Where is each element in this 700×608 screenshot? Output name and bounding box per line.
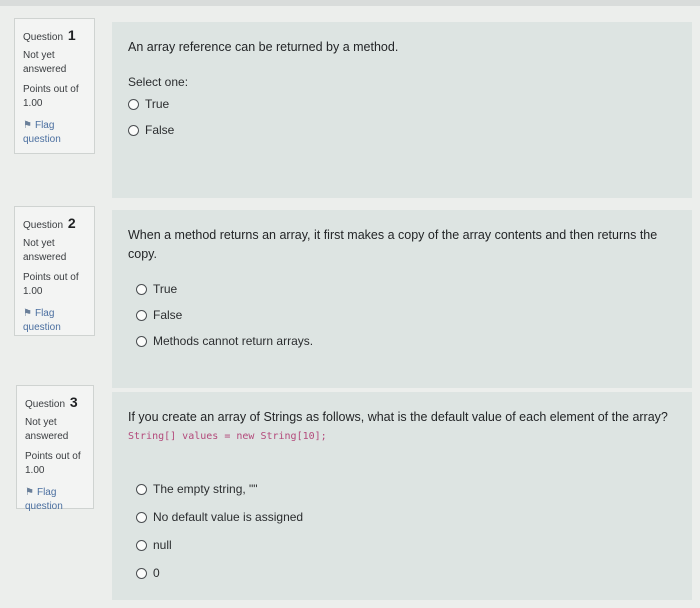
radio-button[interactable]: [136, 567, 147, 579]
radio-button[interactable]: [136, 539, 147, 551]
answer-option-zero[interactable]: 0: [136, 562, 676, 584]
code-snippet: String[] values = new String[10];: [128, 431, 327, 442]
question-1-content: An array reference can be returned by a …: [112, 22, 692, 198]
option-label: True: [145, 97, 170, 111]
option-label: Methods cannot return arrays.: [153, 334, 314, 348]
flag-icon: ⚑: [23, 120, 32, 131]
question-label: Question: [23, 32, 64, 43]
answer-option-true[interactable]: True: [128, 93, 676, 115]
select-one-prompt: Select one:: [128, 75, 189, 89]
radio-button[interactable]: [136, 511, 147, 523]
flag-icon: ⚑: [25, 487, 34, 498]
question-state: Not yet answered: [23, 50, 67, 75]
question-number: Question 3: [25, 394, 85, 410]
question-label: Question: [23, 220, 64, 231]
question-3-content: If you create an array of Strings as fol…: [112, 392, 692, 600]
option-label: 0: [153, 566, 160, 580]
top-bar: [0, 0, 700, 6]
option-label: No default value is assigned: [153, 510, 304, 524]
question-label: Question: [25, 399, 66, 410]
answer-option-false[interactable]: False: [128, 119, 676, 141]
answer-option-false[interactable]: False: [136, 304, 676, 326]
answer-option-null[interactable]: null: [136, 534, 676, 556]
question-grade: Points out of 1.00: [23, 272, 79, 297]
option-label: null: [153, 538, 172, 552]
question-number: Question 1: [23, 27, 86, 43]
option-label: True: [153, 282, 178, 296]
flag-question-link[interactable]: ⚑ Flag question: [23, 307, 86, 335]
question-state: Not yet answered: [25, 417, 69, 442]
question-text: When a method returns an array, it first…: [128, 228, 658, 261]
radio-button[interactable]: [136, 335, 147, 347]
question-2-content: When a method returns an array, it first…: [112, 210, 692, 388]
question-number-value: 3: [69, 394, 78, 410]
option-label: False: [145, 123, 175, 137]
answer-option-true[interactable]: True: [136, 278, 676, 300]
question-number-value: 2: [67, 215, 76, 231]
question-grade: Points out of 1.00: [25, 451, 81, 476]
radio-button[interactable]: [136, 283, 147, 295]
flag-question-link[interactable]: ⚑ Flag question: [25, 486, 85, 514]
question-text: An array reference can be returned by a …: [128, 40, 399, 54]
question-grade: Points out of 1.00: [23, 84, 79, 109]
radio-button[interactable]: [136, 483, 147, 495]
answer-option-empty-string[interactable]: The empty string, "": [136, 478, 676, 500]
question-text: If you create an array of Strings as fol…: [128, 410, 668, 424]
question-number: Question 2: [23, 215, 86, 231]
question-number-value: 1: [67, 27, 76, 43]
question-3-info: Question 3 Not yet answered Points out o…: [16, 385, 94, 512]
question-2-info: Question 2 Not yet answered Points out o…: [14, 206, 95, 336]
answer-option-no-default[interactable]: No default value is assigned: [136, 506, 676, 528]
question-state: Not yet answered: [23, 238, 67, 263]
radio-button[interactable]: [136, 309, 147, 321]
option-label: The empty string, "": [153, 482, 258, 496]
answer-option-cannot-return[interactable]: Methods cannot return arrays.: [136, 330, 676, 352]
flag-question-link[interactable]: ⚑ Flag question: [23, 119, 86, 147]
radio-button[interactable]: [128, 98, 139, 110]
question-1-info: Question 1 Not yet answered Points out o…: [14, 18, 95, 154]
option-label: False: [153, 308, 183, 322]
flag-icon: ⚑: [23, 308, 32, 319]
radio-button[interactable]: [128, 124, 139, 136]
